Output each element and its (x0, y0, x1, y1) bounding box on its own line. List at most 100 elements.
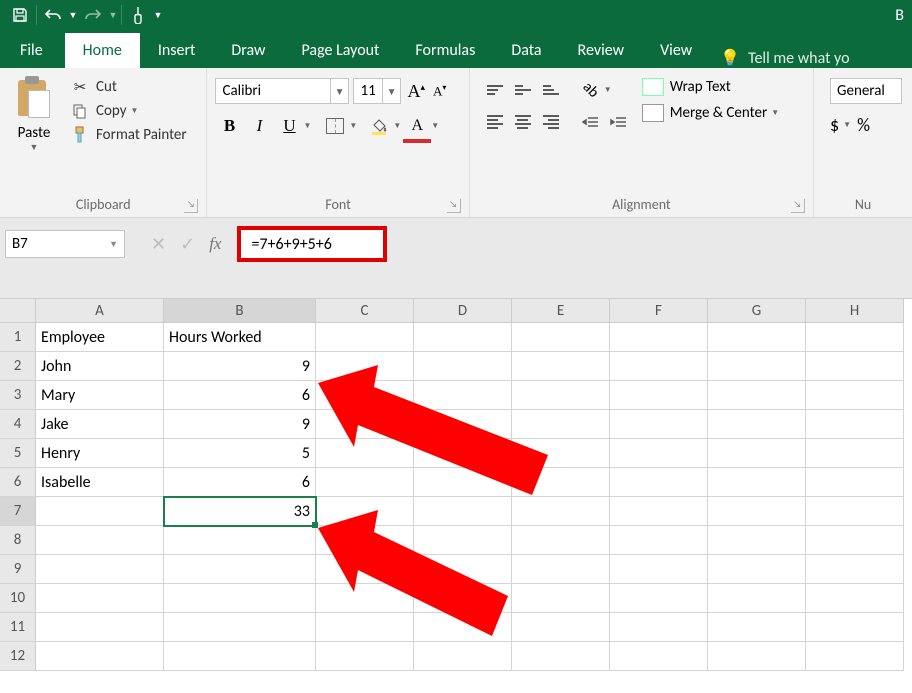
tab-draw[interactable]: Draw (213, 33, 283, 68)
cell[interactable] (512, 526, 610, 555)
cell[interactable] (610, 526, 708, 555)
row-header[interactable]: 6 (0, 468, 36, 497)
cell[interactable] (36, 555, 164, 584)
cell[interactable] (414, 381, 512, 410)
enter-icon[interactable]: ✓ (180, 233, 195, 255)
underline-dropdown-icon[interactable]: ▼ (303, 121, 311, 131)
col-header[interactable]: F (610, 299, 708, 323)
percent-button[interactable]: % (857, 114, 870, 136)
cell[interactable] (806, 381, 904, 410)
cell[interactable] (708, 468, 806, 497)
format-painter-button[interactable]: Format Painter (70, 126, 187, 144)
cell[interactable] (512, 439, 610, 468)
tab-view[interactable]: View (642, 33, 710, 68)
increase-font-button[interactable]: A▴ (405, 81, 427, 102)
cell[interactable] (414, 352, 512, 381)
cell[interactable] (164, 526, 316, 555)
number-format-combo[interactable]: General (830, 78, 902, 104)
cell[interactable] (512, 555, 610, 584)
cell[interactable] (512, 642, 610, 671)
cell[interactable] (36, 526, 164, 555)
cell[interactable] (164, 555, 316, 584)
cell[interactable] (164, 584, 316, 613)
cell[interactable] (316, 642, 414, 671)
tab-insert[interactable]: Insert (140, 33, 214, 68)
cell[interactable] (806, 439, 904, 468)
cell[interactable] (610, 439, 708, 468)
cell[interactable] (36, 584, 164, 613)
cell[interactable] (708, 642, 806, 671)
cell[interactable] (36, 642, 164, 671)
redo-icon[interactable] (79, 2, 107, 28)
currency-dropdown-icon[interactable]: ▼ (843, 120, 851, 130)
cancel-icon[interactable]: ✕ (151, 233, 166, 255)
merge-center-button[interactable]: Merge & Center ▼ (642, 104, 779, 122)
row-header[interactable]: 9 (0, 555, 36, 584)
cut-button[interactable]: ✂ Cut (70, 78, 187, 96)
align-left-button[interactable] (482, 110, 508, 134)
copy-button[interactable]: Copy ▼ (70, 102, 187, 120)
cell[interactable] (414, 555, 512, 584)
cell[interactable] (512, 352, 610, 381)
cell[interactable] (316, 410, 414, 439)
cell[interactable] (36, 613, 164, 642)
cell[interactable] (164, 613, 316, 642)
cell[interactable] (316, 439, 414, 468)
cell[interactable] (806, 468, 904, 497)
cell[interactable] (610, 468, 708, 497)
cell[interactable] (512, 613, 610, 642)
cell[interactable] (610, 497, 708, 526)
col-header[interactable]: E (512, 299, 610, 323)
cell[interactable] (316, 497, 414, 526)
row-header[interactable]: 8 (0, 526, 36, 555)
cell[interactable] (414, 439, 512, 468)
cell[interactable] (512, 497, 610, 526)
cell[interactable] (610, 323, 708, 352)
tab-page-layout[interactable]: Page Layout (284, 33, 398, 68)
cell[interactable]: 6 (164, 468, 316, 497)
font-color-dropdown-icon[interactable]: ▼ (431, 121, 439, 131)
cell[interactable] (806, 497, 904, 526)
cell[interactable] (708, 584, 806, 613)
cell-selected[interactable]: 33 (164, 497, 316, 526)
undo-dropdown-icon[interactable]: ▼ (67, 2, 79, 28)
borders-dropdown-icon[interactable]: ▼ (349, 121, 357, 131)
row-header[interactable]: 1 (0, 323, 36, 352)
cell[interactable] (414, 323, 512, 352)
cell[interactable] (316, 584, 414, 613)
paste-button[interactable]: Paste ▼ (6, 72, 62, 194)
align-middle-button[interactable] (510, 78, 536, 102)
tab-home[interactable]: Home (65, 33, 140, 68)
cell[interactable] (316, 381, 414, 410)
cell[interactable] (316, 526, 414, 555)
copy-dropdown-icon[interactable]: ▼ (131, 106, 139, 116)
align-top-button[interactable] (482, 78, 508, 102)
cell[interactable]: Jake (36, 410, 164, 439)
font-color-button[interactable]: A (403, 112, 431, 140)
cell[interactable] (806, 584, 904, 613)
row-header[interactable]: 2 (0, 352, 36, 381)
cell[interactable]: Isabelle (36, 468, 164, 497)
cell[interactable] (610, 613, 708, 642)
increase-indent-button[interactable] (606, 110, 632, 134)
font-size-combo[interactable]: 11 ▼ (353, 78, 401, 104)
orientation-dropdown-icon[interactable]: ▼ (604, 85, 612, 95)
cell[interactable]: Mary (36, 381, 164, 410)
touch-dropdown-icon[interactable]: ▼ (152, 2, 164, 28)
tab-review[interactable]: Review (560, 33, 643, 68)
row-header[interactable]: 4 (0, 410, 36, 439)
cell[interactable]: Hours Worked (164, 323, 316, 352)
align-center-button[interactable] (510, 110, 536, 134)
redo-dropdown-icon[interactable]: ▼ (107, 2, 119, 28)
cell[interactable] (806, 613, 904, 642)
col-header[interactable]: H (806, 299, 904, 323)
align-bottom-button[interactable] (538, 78, 564, 102)
touch-mode-icon[interactable] (124, 2, 152, 28)
cell[interactable]: 6 (164, 381, 316, 410)
tab-data[interactable]: Data (493, 33, 559, 68)
name-box[interactable]: B7 ▼ (5, 230, 125, 258)
cell[interactable]: 5 (164, 439, 316, 468)
merge-dropdown-icon[interactable]: ▼ (771, 108, 779, 118)
cell[interactable] (164, 642, 316, 671)
clipboard-launcher-icon[interactable]: ↘ (184, 199, 198, 213)
